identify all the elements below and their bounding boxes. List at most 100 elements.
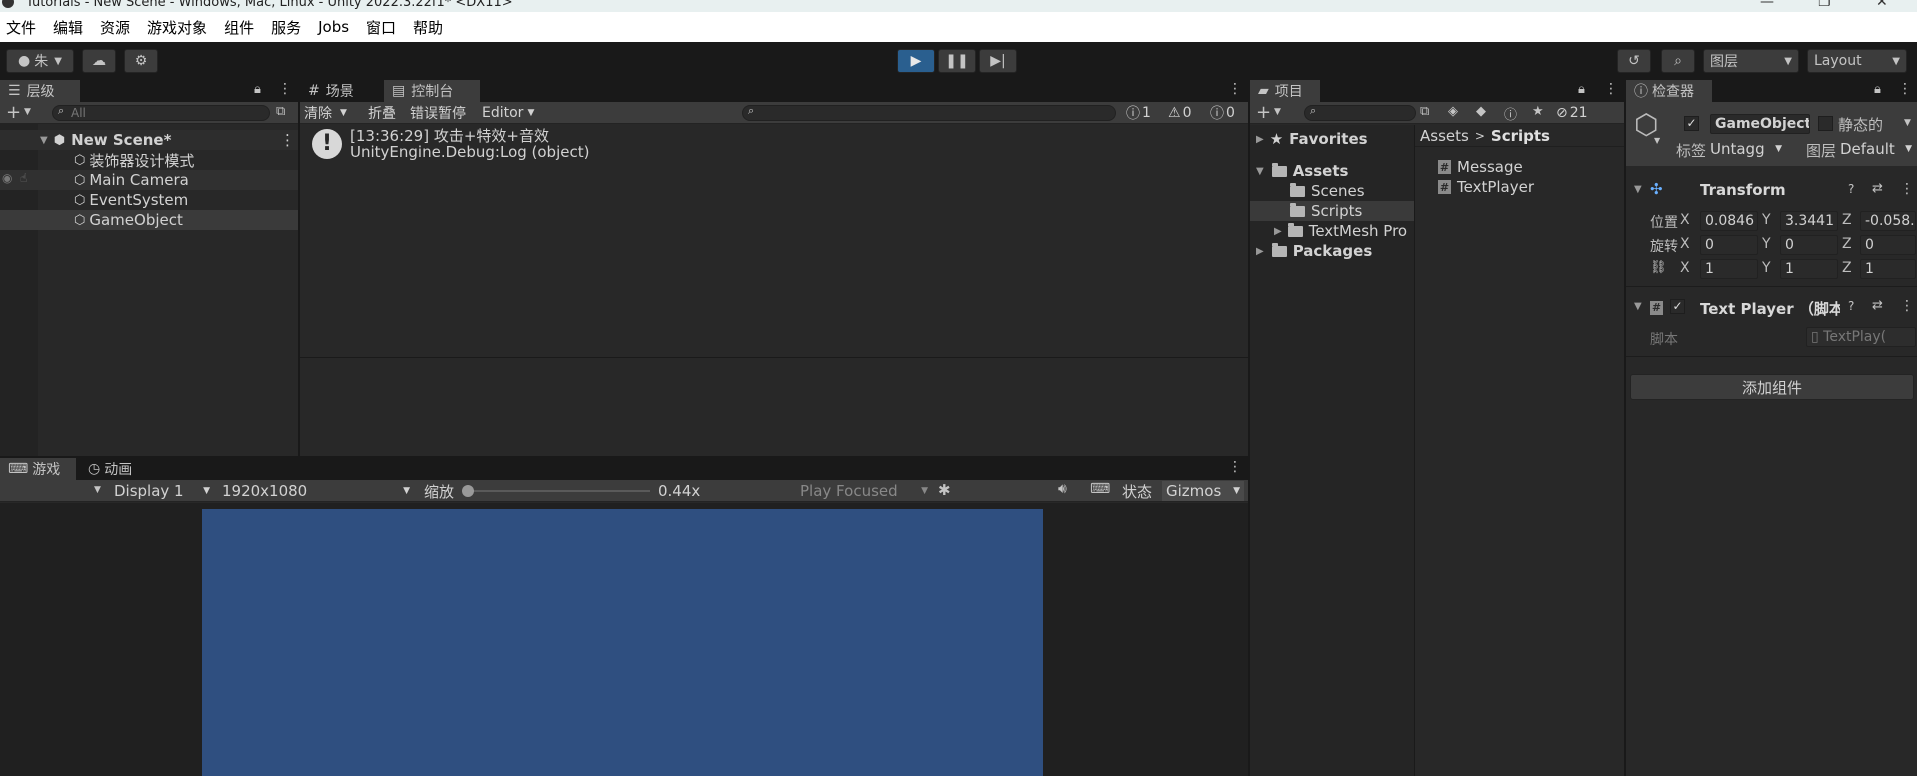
menu-window[interactable]: 窗口 (366, 17, 396, 38)
scale-link-icon[interactable]: ⛓ (1650, 260, 1667, 275)
scale-slider-track[interactable] (464, 490, 650, 492)
tab-hierarchy[interactable]: ☰ 层级 (0, 80, 80, 102)
hierarchy-search-input[interactable]: All (52, 105, 270, 121)
game-viewport[interactable] (202, 509, 1043, 776)
chevron-down-icon[interactable]: ▼ (94, 485, 101, 495)
collapse-button[interactable]: 折叠 (368, 103, 396, 123)
add-icon[interactable]: + (1256, 102, 1271, 123)
file-item[interactable]: # TextPlayer (1438, 177, 1534, 197)
active-checkbox[interactable]: ✓ (1684, 116, 1699, 131)
menu-jobs[interactable]: Jobs (318, 18, 349, 36)
hierarchy-item[interactable]: ⬡ EventSystem (0, 190, 298, 210)
help-icon[interactable]: ? (1848, 299, 1854, 313)
kebab-menu-icon[interactable]: ⋮ (1228, 81, 1242, 97)
menu-edit[interactable]: 编辑 (53, 17, 83, 38)
transform-header[interactable]: ▼ ✣ Transform ? ⇄ ⋮ (1626, 180, 1917, 202)
menu-help[interactable]: 帮助 (413, 17, 443, 38)
maximize-icon[interactable]: ❐ (1818, 0, 1831, 10)
resolution-dropdown[interactable]: 1920x1080 ▼ (218, 481, 414, 501)
collab-button[interactable]: ⚙ (124, 49, 158, 73)
folder-item[interactable]: Scenes (1250, 181, 1414, 201)
folder-item[interactable]: ▶ TextMesh Pro (1250, 221, 1414, 241)
chevron-down-icon[interactable]: ▼ (1274, 107, 1281, 117)
scale-y-field[interactable]: 1 (1780, 259, 1838, 279)
add-component-button[interactable]: 添加组件 (1630, 374, 1914, 400)
folder-item-selected[interactable]: Scripts (1250, 201, 1414, 221)
history-button[interactable]: ↺ (1617, 49, 1651, 73)
position-y-field[interactable]: 3.3441 (1780, 211, 1838, 231)
keyboard-icon[interactable]: ⌨ (1090, 481, 1110, 497)
gameobject-name-input[interactable]: GameObject (1710, 114, 1810, 134)
component-enabled-checkbox[interactable]: ✓ (1670, 299, 1685, 314)
stats-button[interactable]: 状态 (1122, 481, 1152, 501)
menu-gameobject[interactable]: 游戏对象 (147, 17, 207, 38)
lock-icon[interactable]: 🔒︎ (254, 82, 261, 97)
info-count-toggle[interactable]: ⓘ 1 (1126, 103, 1151, 123)
minimize-icon[interactable]: — (1760, 0, 1774, 10)
kebab-menu-icon[interactable]: ⋮ (1900, 298, 1914, 314)
console-splitter[interactable] (300, 357, 1248, 358)
error-pause-button[interactable]: 错误暂停 (410, 103, 466, 123)
error-count-toggle[interactable]: ⓘ 0 (1210, 103, 1235, 123)
expand-arrow-icon[interactable]: ▶ (1256, 246, 1264, 257)
filter-log-icon[interactable]: ⓘ (1504, 104, 1517, 123)
rotation-z-field[interactable]: 0 (1860, 235, 1916, 255)
filter-type-icon[interactable]: ◈ (1448, 104, 1458, 119)
scene-row[interactable]: ▼ ⬢ New Scene* ⋮ (0, 130, 298, 150)
chevron-down-icon[interactable]: ▼ (24, 107, 31, 117)
tab-game[interactable]: ⌨ 游戏 (0, 458, 76, 480)
add-icon[interactable]: + (6, 102, 21, 123)
tab-console[interactable]: ▤ 控制台 (384, 80, 480, 102)
debug-bug-icon[interactable]: ✱ (938, 481, 951, 499)
expand-arrow-icon[interactable]: ▼ (40, 135, 48, 146)
scale-z-field[interactable]: 1 (1860, 259, 1916, 279)
play-button[interactable]: ▶ (897, 49, 935, 73)
log-entry[interactable]: ! [13:36:29] 攻击+特效+音效 UnityEngine.Debug:… (300, 125, 1248, 165)
pickable-hand-icon[interactable]: ☝ (20, 171, 27, 185)
static-checkbox[interactable] (1818, 116, 1833, 131)
project-splitter[interactable] (1414, 125, 1415, 776)
display-dropdown[interactable]: Display 1 ▼ (110, 481, 214, 501)
kebab-menu-icon[interactable]: ⋮ (1604, 81, 1618, 97)
packages-folder[interactable]: ▶ Packages (1250, 241, 1414, 261)
editor-dropdown[interactable]: Editor ▼ (482, 103, 534, 123)
chevron-down-icon[interactable]: ▼ (1904, 118, 1911, 128)
tab-inspector[interactable]: ⓘ 检查器 (1626, 80, 1712, 102)
search-button[interactable]: ⌕ (1661, 49, 1695, 73)
gizmos-button[interactable]: Gizmos ▼ (1162, 481, 1244, 501)
kebab-menu-icon[interactable]: ⋮ (1900, 181, 1914, 197)
menu-services[interactable]: 服务 (271, 17, 301, 38)
kebab-menu-icon[interactable]: ⋮ (1228, 459, 1242, 475)
favorites-item[interactable]: ▶ ★ Favorites (1250, 129, 1414, 149)
step-button[interactable]: ▶| (979, 49, 1017, 73)
assets-folder[interactable]: ▼ Assets (1250, 161, 1414, 181)
lock-icon[interactable]: 🔒︎ (1874, 82, 1881, 97)
lock-icon[interactable]: 🔒︎ (1578, 82, 1585, 97)
warning-count-toggle[interactable]: ⚠ 0 (1168, 103, 1191, 123)
kebab-menu-icon[interactable]: ⋮ (278, 81, 292, 97)
layout-dropdown[interactable]: Layout ▼ (1807, 49, 1907, 73)
tab-project[interactable]: ▰ 项目 (1250, 80, 1320, 102)
console-search-input[interactable] (742, 105, 1116, 121)
visibility-eye-icon[interactable]: ◉ (2, 171, 12, 185)
position-z-field[interactable]: -0.058. (1860, 211, 1916, 231)
expand-arrow-icon[interactable]: ▶ (1274, 226, 1282, 237)
rotation-x-field[interactable]: 0 (1700, 235, 1758, 255)
search-options-icon[interactable]: ⧉ (1420, 104, 1429, 119)
expand-arrow-icon[interactable]: ▶ (1256, 134, 1264, 145)
scale-x-field[interactable]: 1 (1700, 259, 1758, 279)
tab-scene[interactable]: # 场景 (300, 80, 382, 102)
filter-label-icon[interactable]: ◆ (1476, 104, 1486, 119)
menu-assets[interactable]: 资源 (100, 17, 130, 38)
expand-arrow-icon[interactable]: ▼ (1634, 184, 1642, 195)
expand-arrow-icon[interactable]: ▼ (1256, 166, 1264, 177)
cloud-button[interactable]: ☁ (82, 49, 116, 73)
preset-sliders-icon[interactable]: ⇄ (1872, 298, 1883, 313)
play-focused-dropdown[interactable]: Play Focused ▼ (796, 481, 932, 501)
script-component-header[interactable]: ▼ # ✓ Text Player （脚本 ? ⇄ ⋮ (1626, 297, 1917, 319)
tag-dropdown[interactable]: Untagg ▼ (1710, 139, 1782, 159)
hierarchy-item[interactable]: ⬡ 装饰器设计模式 (0, 150, 298, 170)
rotation-y-field[interactable]: 0 (1780, 235, 1838, 255)
expand-arrow-icon[interactable]: ▼ (1634, 301, 1642, 312)
help-icon[interactable]: ? (1848, 182, 1854, 196)
